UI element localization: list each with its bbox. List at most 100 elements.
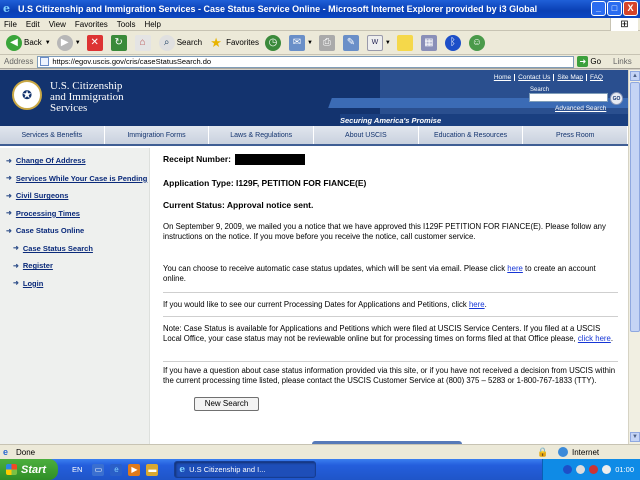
sidebar-item-case-status-online[interactable]: ➜ Case Status Online [0, 222, 149, 240]
bluetooth-tray-icon[interactable] [563, 465, 573, 474]
sidebar-item-civil-surgeons[interactable]: ➜ Civil Surgeons [0, 187, 149, 205]
media-player-icon[interactable]: ▶ [128, 463, 141, 476]
forward-dropdown-icon: ▼ [74, 39, 81, 46]
system-tray: 01:00 [542, 459, 640, 480]
note-click-here-link[interactable]: click here [578, 334, 611, 343]
sidebar-item-processing-times[interactable]: ➜ Processing Times [0, 205, 149, 223]
clock[interactable]: 01:00 [615, 465, 634, 474]
links-toolbar[interactable]: Links [613, 57, 632, 66]
divider [163, 361, 618, 362]
sidebar-item-register[interactable]: ➜ Register [0, 257, 149, 275]
back-label: Back [24, 38, 42, 47]
contact-us-link[interactable]: Contact Us [514, 74, 553, 81]
menu-tools[interactable]: Tools [117, 20, 136, 29]
sidebar-item-case-status-search[interactable]: ➜ Case Status Search [0, 240, 149, 258]
back-button[interactable]: ◀ Back ▼ [6, 34, 51, 51]
nav-education-resources[interactable]: Education & Resources [419, 126, 524, 144]
sidebar-item-login[interactable]: ➜ Login [0, 275, 149, 293]
word-dropdown-icon: ▼ [384, 39, 391, 46]
updates-here-link[interactable]: here [507, 264, 523, 273]
nav-press-room[interactable]: Press Room [523, 126, 628, 144]
messenger-button[interactable]: ☺ [468, 34, 487, 51]
home-link[interactable]: Home [491, 74, 514, 81]
ie-icon: e [3, 2, 10, 15]
windows-logo-icon: ⊞ [610, 18, 638, 31]
new-search-button[interactable]: New Search [194, 397, 259, 411]
zone-label: Internet [572, 447, 600, 457]
research-button[interactable]: ▦ [420, 34, 439, 51]
slogan-text: Securing America's Promise [340, 115, 442, 125]
updates-paragraph: You can choose to receive automatic case… [163, 264, 618, 284]
dhs-seal-icon[interactable]: ✪ [12, 80, 42, 110]
refresh-button[interactable]: ↻ [110, 34, 129, 51]
scroll-up-icon[interactable]: ▲ [630, 71, 640, 81]
menu-help[interactable]: Help [144, 20, 160, 29]
home-button[interactable]: ⌂ [134, 34, 153, 51]
volume-tray-icon[interactable] [602, 465, 612, 474]
vertical-scrollbar[interactable]: ▲ ▼ [628, 70, 640, 444]
arrow-right-icon: ➜ [13, 280, 19, 288]
word-button[interactable]: W ▼ [366, 34, 391, 51]
folder-icon[interactable]: ▬ [146, 463, 159, 476]
bluetooth-button[interactable]: ᛒ [444, 34, 463, 51]
address-input[interactable]: https://egov.uscis.gov/cris/caseStatusSe… [37, 55, 575, 68]
sidebar-item-label: Case Status Search [22, 243, 93, 253]
menu-favorites[interactable]: Favorites [75, 20, 108, 29]
processing-here-link[interactable]: here [469, 300, 485, 309]
nav-about-uscis[interactable]: About USCIS [314, 126, 419, 144]
divider [163, 316, 618, 317]
menu-view[interactable]: View [49, 20, 66, 29]
minimize-button[interactable]: _ [591, 1, 606, 16]
status-bar: e Done 🔒 Internet [0, 444, 640, 459]
security-tray-icon[interactable] [589, 465, 599, 474]
globe-icon [558, 447, 568, 457]
site-map-link[interactable]: Site Map [553, 74, 586, 81]
sidebar-item-services-while-pending[interactable]: ➜ Services While Your Case is Pending [0, 170, 149, 188]
question-paragraph: If you have a question about case status… [163, 366, 616, 385]
search-button[interactable]: ⌕ Search [158, 34, 203, 51]
nav-services-benefits[interactable]: Services & Benefits [0, 126, 105, 144]
ie-quicklaunch-icon[interactable]: e [110, 463, 123, 476]
maximize-button[interactable]: □ [607, 1, 622, 16]
scroll-down-icon[interactable]: ▼ [630, 432, 640, 442]
mail-button[interactable]: ✉ ▼ [288, 34, 313, 51]
history-button[interactable]: ◷ [264, 34, 283, 51]
faq-link[interactable]: FAQ [585, 74, 606, 81]
arrow-right-icon: ➜ [6, 192, 12, 200]
menu-edit[interactable]: Edit [26, 20, 40, 29]
menu-bar: File Edit View Favorites Tools Help [0, 18, 640, 31]
favorites-button[interactable]: ★ Favorites [208, 35, 259, 51]
security-zone[interactable]: Internet [558, 447, 599, 457]
site-search-go-button[interactable]: GO [610, 92, 623, 105]
advanced-search-link[interactable]: Advanced Search [555, 105, 606, 112]
nav-immigration-forms[interactable]: Immigration Forms [105, 126, 210, 144]
refresh-icon: ↻ [110, 34, 127, 51]
scroll-thumb[interactable] [630, 82, 640, 332]
close-button[interactable]: X [623, 1, 638, 16]
sidebar-item-label: Login [22, 278, 44, 288]
updates-text: You can choose to receive automatic case… [163, 264, 508, 273]
start-button[interactable]: Start [0, 459, 58, 480]
nav-laws-regulations[interactable]: Laws & Regulations [209, 126, 315, 144]
forward-button[interactable]: ▶ ▼ [56, 34, 81, 51]
lock-icon[interactable]: 🔒 [536, 447, 550, 458]
sidebar-item-change-of-address[interactable]: ➜ Change Of Address [0, 152, 149, 170]
browser-toolbar: ◀ Back ▼ ▶ ▼ ✕ ↻ ⌂ ⌕ Search ★ Favorites … [0, 31, 640, 55]
uscis-logo-text[interactable]: U.S. Citizenship and Immigration Service… [50, 81, 124, 114]
language-indicator[interactable]: EN [72, 465, 82, 474]
show-desktop-icon[interactable]: ▭ [92, 463, 105, 476]
taskbar-item-ie[interactable]: e U.S Citizenship and I... [174, 461, 317, 478]
edit-button[interactable]: ✎ [342, 34, 361, 51]
taskbar: Start EN ▭ e ▶ ▬ e U.S Citizenship and I.… [0, 459, 640, 480]
network-tray-icon[interactable] [576, 465, 586, 474]
notes-button[interactable] [396, 34, 415, 51]
site-search-input[interactable] [529, 93, 608, 102]
page-icon [40, 57, 50, 66]
go-button[interactable]: ➜ Go [577, 56, 601, 67]
menu-file[interactable]: File [4, 20, 17, 29]
stop-button[interactable]: ✕ [86, 34, 105, 51]
print-button[interactable]: ⎙ [318, 34, 337, 51]
word-icon: W [366, 34, 383, 51]
windows-flag-icon [6, 464, 17, 475]
search-label: Search [176, 38, 203, 47]
